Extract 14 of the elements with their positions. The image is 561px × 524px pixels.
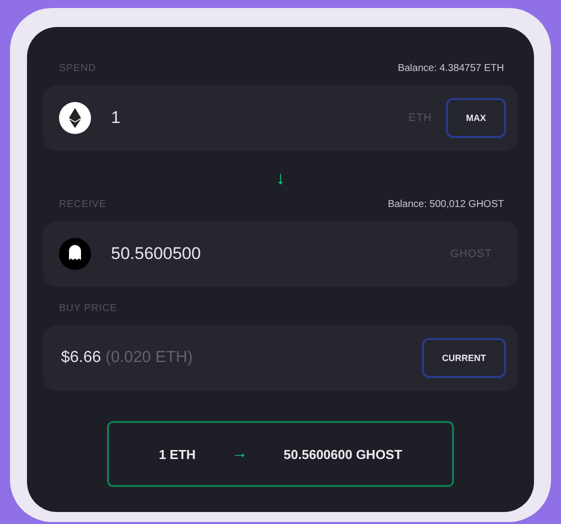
buy-price-label: BUY PRICE [59, 302, 118, 314]
receive-balance: Balance: 500,012 GHOST [388, 198, 504, 210]
receive-value: 50.5600500 [111, 244, 202, 264]
spend-value: 1 [111, 108, 122, 128]
max-button[interactable]: MAX [446, 98, 506, 138]
current-button[interactable]: CURRENT [422, 338, 506, 378]
ethereum-icon [59, 102, 91, 134]
swap-arrow[interactable]: ↓ [276, 167, 285, 189]
spend-label: SPEND [59, 62, 96, 74]
spend-balance: Balance: 4.384757 ETH [398, 62, 504, 74]
receive-label: RECEIVE [59, 198, 106, 210]
swap-button[interactable]: 1 ETH → 50.5600600 GHOST [107, 421, 454, 487]
buy-price-text: $6.66 (0.020 ETH) [61, 349, 194, 367]
ghost-icon [59, 238, 91, 270]
